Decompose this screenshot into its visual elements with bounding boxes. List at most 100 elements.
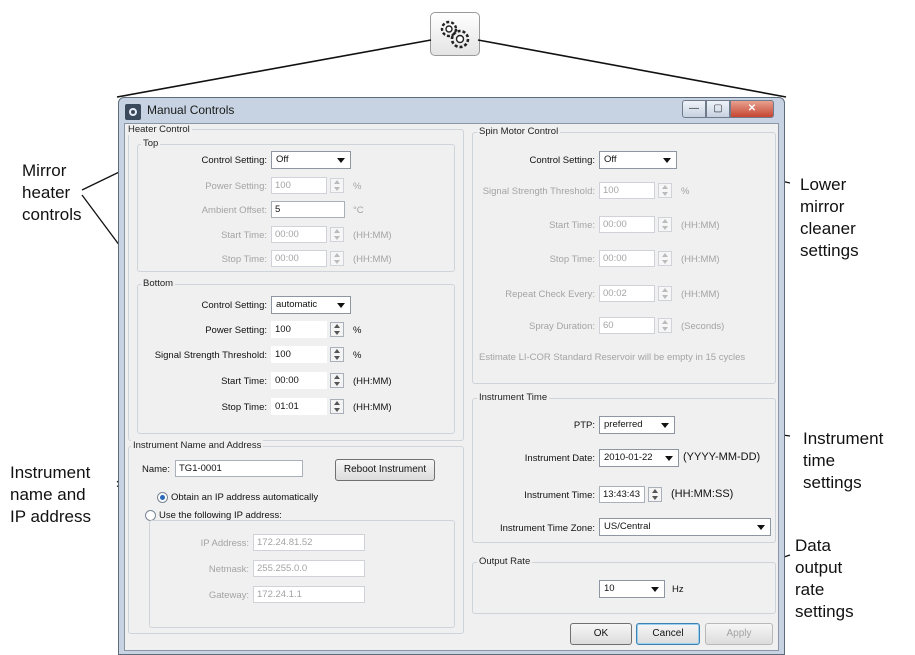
repeat-check-input[interactable]: 00:02 <box>599 285 655 302</box>
apply-button[interactable]: Apply <box>705 623 773 645</box>
cancel-button[interactable]: Cancel <box>636 623 700 645</box>
top-stop-time-spinner[interactable] <box>330 251 344 266</box>
bottom-signal-input[interactable]: 100 <box>271 346 327 363</box>
callout-data-output: Data output rate settings <box>795 536 854 621</box>
name-input[interactable]: TG1-0001 <box>175 460 303 477</box>
netmask-label: Netmask: <box>208 564 249 575</box>
chevron-down-icon <box>757 525 765 530</box>
top-control-setting-label: Control Setting: <box>201 155 267 166</box>
bottom-power-spinner[interactable] <box>330 322 344 337</box>
spin-control-setting-select[interactable]: Off <box>599 151 677 169</box>
chevron-down-icon <box>661 423 669 428</box>
top-ambient-offset-input[interactable]: 5 <box>271 201 345 218</box>
bottom-stop-time-label: Stop Time: <box>221 402 267 413</box>
repeat-check-label: Repeat Check Every: <box>505 289 595 300</box>
spin-stop-time-input[interactable]: 00:00 <box>599 250 655 267</box>
minimize-button[interactable]: — <box>682 100 706 118</box>
ptp-label: PTP: <box>573 420 595 431</box>
top-start-time-spinner[interactable] <box>330 227 344 242</box>
top-power-spinner[interactable] <box>330 178 344 193</box>
ip-auto-label[interactable]: Obtain an IP address automatically <box>171 492 318 503</box>
time-zone-label: Instrument Time Zone: <box>499 523 595 534</box>
top-ambient-offset-label: Ambient Offset: <box>201 205 267 216</box>
spin-signal-label: Signal Strength Threshold: <box>482 186 595 197</box>
repeat-check-unit: (HH:MM) <box>681 289 720 300</box>
instrument-time-label: Instrument Time <box>477 392 550 403</box>
top-stop-time-input[interactable]: 00:00 <box>271 250 327 267</box>
chevron-down-icon <box>663 158 671 163</box>
callout-lower-mirror: Lower mirror cleaner settings <box>800 175 859 260</box>
top-stop-time-unit: (HH:MM) <box>353 254 392 265</box>
spray-duration-spinner[interactable] <box>658 318 672 333</box>
instrument-date-picker[interactable]: 2010-01-22 <box>599 449 679 467</box>
ok-button[interactable]: OK <box>570 623 632 645</box>
window-title: Manual Controls <box>147 103 235 117</box>
callout-instrument-time: Instrument time settings <box>803 429 884 492</box>
instrument-date-label: Instrument Date: <box>524 453 595 464</box>
spin-signal-unit: % <box>681 186 690 197</box>
title-bar[interactable]: Manual Controls — ▢ ✕ <box>119 98 784 124</box>
chevron-down-icon <box>665 456 673 461</box>
spin-signal-input[interactable]: 100 <box>599 182 655 199</box>
spin-start-time-unit: (HH:MM) <box>681 220 720 231</box>
instrument-time-input[interactable]: 13:43:43 <box>599 486 645 503</box>
spray-duration-unit: (Seconds) <box>681 321 725 332</box>
flare-line-right <box>477 39 787 98</box>
time-zone-select[interactable]: US/Central <box>599 518 771 536</box>
spin-signal-spinner[interactable] <box>658 183 672 198</box>
bottom-signal-unit: % <box>353 350 362 361</box>
spin-stop-time-label: Stop Time: <box>549 254 595 265</box>
bottom-control-setting-select[interactable]: automatic <box>271 296 351 314</box>
dialog-client-area: Heater Control Top Control Setting: Off … <box>124 123 779 651</box>
maximize-button[interactable]: ▢ <box>706 100 730 118</box>
bottom-stop-time-input[interactable]: 01:01 <box>271 398 327 415</box>
bottom-start-time-label: Start Time: <box>221 376 267 387</box>
instrument-time-spinner[interactable] <box>648 487 662 502</box>
bottom-power-setting-label: Power Setting: <box>205 325 267 336</box>
bottom-start-time-input[interactable]: 00:00 <box>271 372 327 389</box>
spin-stop-time-unit: (HH:MM) <box>681 254 720 265</box>
ip-address-input[interactable]: 172.24.81.52 <box>253 534 365 551</box>
top-power-setting-input[interactable]: 100 <box>271 177 327 194</box>
repeat-check-spinner[interactable] <box>658 286 672 301</box>
top-start-time-input[interactable]: 00:00 <box>271 226 327 243</box>
bottom-signal-label: Signal Strength Threshold: <box>154 350 267 361</box>
top-control-setting-select[interactable]: Off <box>271 151 351 169</box>
spin-motor-label: Spin Motor Control <box>477 126 561 137</box>
spin-start-time-spinner[interactable] <box>658 217 672 232</box>
manual-controls-window: Manual Controls — ▢ ✕ Heater Control Top… <box>118 97 785 655</box>
chevron-down-icon <box>337 158 345 163</box>
bottom-power-unit: % <box>353 325 362 336</box>
output-rate-select[interactable]: 10 <box>599 580 665 598</box>
bottom-start-time-unit: (HH:MM) <box>353 376 392 387</box>
spin-stop-time-spinner[interactable] <box>658 251 672 266</box>
instrument-name-label: Instrument Name and Address <box>131 440 264 451</box>
gateway-input[interactable]: 172.24.1.1 <box>253 586 365 603</box>
spin-control-setting-label: Control Setting: <box>529 155 595 166</box>
top-heater-label: Top <box>141 138 161 149</box>
reservoir-estimate-text: Estimate LI-COR Standard Reservoir will … <box>479 352 746 363</box>
top-start-time-unit: (HH:MM) <box>353 230 392 241</box>
bottom-stop-time-spinner[interactable] <box>330 399 344 414</box>
bottom-stop-time-unit: (HH:MM) <box>353 402 392 413</box>
spin-start-time-input[interactable]: 00:00 <box>599 216 655 233</box>
heater-control-label: Heater Control <box>126 124 192 135</box>
ptp-select[interactable]: preferred <box>599 416 675 434</box>
spray-duration-input[interactable]: 60 <box>599 317 655 334</box>
netmask-input[interactable]: 255.255.0.0 <box>253 560 365 577</box>
instrument-time-unit: (HH:MM:SS) <box>671 488 734 500</box>
top-power-setting-label: Power Setting: <box>205 181 267 192</box>
app-icon <box>125 104 141 120</box>
ip-auto-radio[interactable] <box>157 492 168 503</box>
top-start-time-label: Start Time: <box>221 230 267 241</box>
close-button[interactable]: ✕ <box>730 100 774 118</box>
bottom-signal-spinner[interactable] <box>330 347 344 362</box>
name-label: Name: <box>142 464 170 475</box>
bottom-start-time-spinner[interactable] <box>330 373 344 388</box>
reboot-instrument-button[interactable]: Reboot Instrument <box>335 459 435 481</box>
output-rate-unit: Hz <box>672 584 684 595</box>
bottom-power-setting-input[interactable]: 100 <box>271 321 327 338</box>
gateway-label: Gateway: <box>208 590 249 601</box>
callout-instrument-name: Instrument name and IP address <box>10 463 91 526</box>
ip-address-label: IP Address: <box>200 538 249 549</box>
